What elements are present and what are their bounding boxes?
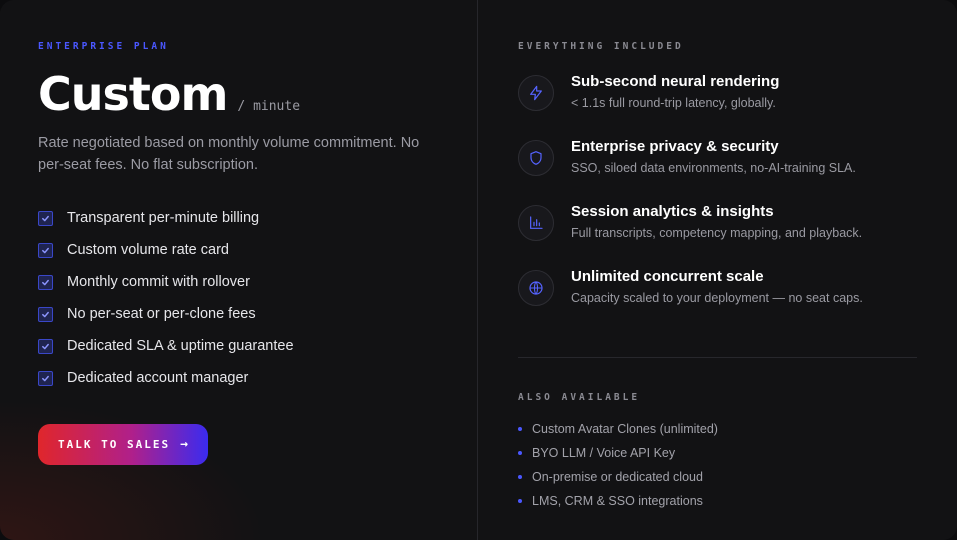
bullet-dot-icon xyxy=(518,499,522,503)
price-row: Custom / minute xyxy=(38,66,439,122)
feature-label: Transparent per-minute billing xyxy=(67,210,260,226)
also-available-eyebrow: ALSO AVAILABLE xyxy=(518,392,641,403)
price-unit: / minute xyxy=(237,99,301,114)
checkbox-icon xyxy=(38,210,53,226)
feature-item: Transparent per-minute billing xyxy=(38,202,439,234)
also-available-item: BYO LLM / Voice API Key xyxy=(518,441,718,465)
also-available-label: On-premise or dedicated cloud xyxy=(532,470,703,484)
feature-label: Dedicated account manager xyxy=(67,370,249,386)
feature-item: Dedicated SLA & uptime guarantee xyxy=(38,330,439,362)
included-item-title: Enterprise privacy & security xyxy=(571,138,779,155)
also-available-section: ALSO AVAILABLE Custom Avatar Clones (unl… xyxy=(518,392,718,513)
checkbox-icon xyxy=(38,242,53,258)
feature-list: Transparent per-minute billing Custom vo… xyxy=(38,202,439,394)
plan-price: Custom xyxy=(38,67,228,121)
globe-icon xyxy=(518,270,554,306)
feature-label: Dedicated SLA & uptime guarantee xyxy=(67,338,294,354)
bullet-dot-icon xyxy=(518,475,522,479)
also-available-item: LMS, CRM & SSO integrations xyxy=(518,489,718,513)
also-available-label: LMS, CRM & SSO integrations xyxy=(532,494,703,508)
checkbox-icon xyxy=(38,370,53,386)
included-item-title: Session analytics & insights xyxy=(571,203,774,220)
checkbox-icon xyxy=(38,306,53,322)
plan-description: Rate negotiated based on monthly volume … xyxy=(38,135,420,173)
feature-item: Monthly commit with rollover xyxy=(38,266,439,298)
included-item: Enterprise privacy & security SSO, siloe… xyxy=(518,137,917,202)
included-item: Unlimited concurrent scale Capacity scal… xyxy=(518,267,917,332)
bullet-dot-icon xyxy=(518,451,522,455)
checkbox-icon xyxy=(38,274,53,290)
shield-icon xyxy=(518,140,554,176)
checkbox-icon xyxy=(38,338,53,354)
included-panel: EVERYTHING INCLUDED Sub-second neural re… xyxy=(478,0,957,540)
also-available-item: On-premise or dedicated cloud xyxy=(518,465,718,489)
included-item: Session analytics & insights Full transc… xyxy=(518,202,917,267)
included-item-subtitle: SSO, siloed data environments, no-AI-tra… xyxy=(571,161,856,175)
feature-item: Dedicated account manager xyxy=(38,362,439,394)
feature-label: Custom volume rate card xyxy=(67,242,229,258)
talk-to-sales-button[interactable]: TALK TO SALES → xyxy=(38,424,208,465)
included-item-subtitle: Full transcripts, competency mapping, an… xyxy=(571,226,863,240)
section-divider xyxy=(518,357,917,358)
included-item-title: Sub-second neural rendering xyxy=(571,73,780,90)
included-item: Sub-second neural rendering < 1.1s full … xyxy=(518,72,917,137)
lightning-icon xyxy=(518,75,554,111)
cta-label: TALK TO SALES xyxy=(58,438,171,451)
feature-label: No per-seat or per-clone fees xyxy=(67,306,256,322)
bar-chart-icon xyxy=(518,205,554,241)
feature-item: Custom volume rate card xyxy=(38,234,439,266)
feature-label: Monthly commit with rollover xyxy=(67,274,250,290)
included-eyebrow: EVERYTHING INCLUDED xyxy=(518,41,684,52)
also-available-label: Custom Avatar Clones (unlimited) xyxy=(532,422,718,436)
included-list: Sub-second neural rendering < 1.1s full … xyxy=(518,72,917,332)
also-available-list: Custom Avatar Clones (unlimited) BYO LLM… xyxy=(518,417,718,513)
bullet-dot-icon xyxy=(518,427,522,431)
also-available-item: Custom Avatar Clones (unlimited) xyxy=(518,417,718,441)
included-item-title: Unlimited concurrent scale xyxy=(571,268,764,285)
included-item-subtitle: < 1.1s full round-trip latency, globally… xyxy=(571,96,776,110)
feature-item: No per-seat or per-clone fees xyxy=(38,298,439,330)
enterprise-plan-panel: ENTERPRISE PLAN Custom / minute Rate neg… xyxy=(0,0,478,540)
plan-eyebrow: ENTERPRISE PLAN xyxy=(38,41,169,52)
included-item-subtitle: Capacity scaled to your deployment — no … xyxy=(571,291,863,305)
arrow-right-icon: → xyxy=(180,437,188,452)
pricing-card: ENTERPRISE PLAN Custom / minute Rate neg… xyxy=(0,0,957,540)
also-available-label: BYO LLM / Voice API Key xyxy=(532,446,676,460)
